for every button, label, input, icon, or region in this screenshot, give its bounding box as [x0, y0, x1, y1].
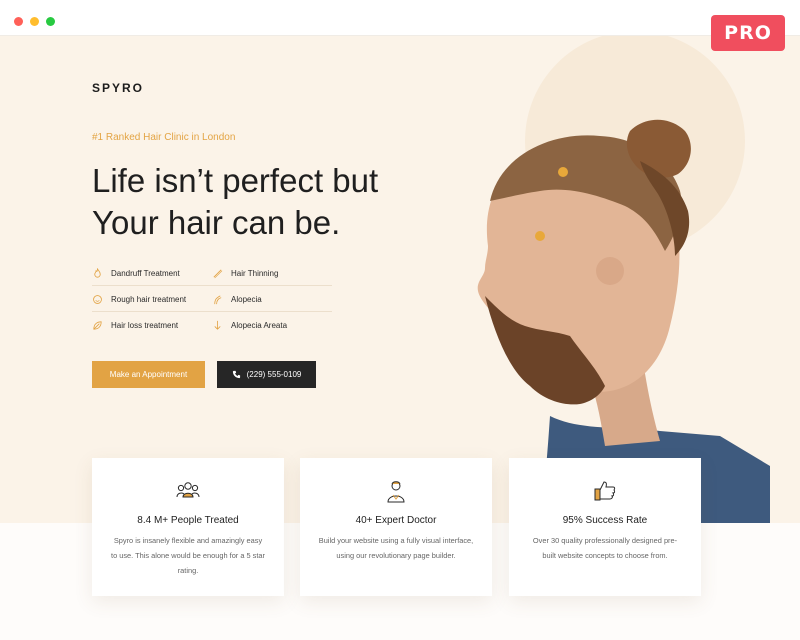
feature-card: 40+ Expert Doctor Build your website usi… — [300, 458, 492, 596]
hero-tagline: #1 Ranked Hair Clinic in London — [92, 132, 236, 143]
headline-line-1: Life isn’t perfect but — [92, 162, 379, 199]
phone-button[interactable]: (229) 555-0109 — [217, 361, 316, 388]
leaf-icon — [93, 320, 102, 330]
comb-icon — [213, 269, 223, 278]
services-list: Dandruff Treatment Hair Thinning Rough h… — [92, 260, 332, 338]
hero-section: SPYRO #1 Ranked Hair Clinic in London Li… — [0, 36, 800, 523]
pro-badge: PRO — [711, 15, 785, 51]
drop-arrow-icon — [214, 320, 221, 330]
window-titlebar — [0, 0, 800, 36]
service-item: Rough hair treatment — [92, 286, 186, 312]
feature-card: 95% Success Rate Over 30 quality profess… — [509, 458, 701, 596]
service-label: Hair loss treatment — [111, 320, 179, 330]
hero-headline: Life isn’t perfect but Your hair can be. — [92, 160, 378, 244]
service-item: Alopecia Areata — [212, 312, 287, 338]
services-row: Dandruff Treatment Hair Thinning — [92, 260, 332, 286]
feature-text: Spyro is insanely flexible and amazingly… — [111, 536, 265, 575]
flame-icon — [94, 267, 101, 278]
site-logo[interactable]: SPYRO — [92, 81, 144, 95]
service-item: Alopecia — [212, 286, 262, 312]
feature-title: 95% Success Rate — [562, 515, 648, 526]
maximize-window-dot[interactable] — [46, 17, 55, 26]
people-icon — [176, 482, 200, 498]
phone-number: (229) 555-0109 — [246, 370, 302, 379]
hair-strand-icon — [214, 294, 222, 304]
feature-text: Over 30 quality professionally designed … — [532, 536, 678, 560]
service-label: Alopecia Areata — [231, 320, 288, 330]
service-item: Hair loss treatment — [92, 312, 178, 338]
service-item: Dandruff Treatment — [92, 260, 180, 286]
service-item: Hair Thinning — [212, 260, 278, 286]
phone-icon — [232, 370, 240, 379]
service-label: Hair Thinning — [231, 268, 279, 278]
close-window-dot[interactable] — [14, 17, 23, 26]
feature-text: Build your website using a fully visual … — [318, 536, 474, 560]
feature-title: 40+ Expert Doctor — [355, 515, 437, 526]
services-row: Rough hair treatment Alopecia — [92, 286, 332, 312]
feature-card: 8.4 M+ People Treated Spyro is insanely … — [92, 458, 284, 596]
feature-title: 8.4 M+ People Treated — [137, 515, 239, 526]
make-appointment-button[interactable]: Make an Appointment — [92, 361, 205, 388]
face-icon — [93, 294, 102, 304]
doctor-icon — [387, 481, 405, 503]
services-row: Hair loss treatment Alopecia Areata — [92, 312, 332, 338]
minimize-window-dot[interactable] — [30, 17, 39, 26]
thumbs-up-icon — [594, 481, 616, 501]
service-label: Dandruff Treatment — [111, 268, 180, 278]
browser-window: PRO SPYRO #1 Ranked Hair Clinic in Londo… — [0, 0, 800, 640]
service-label: Rough hair treatment — [111, 294, 187, 304]
headline-line-2: Your hair can be. — [92, 204, 341, 241]
service-label: Alopecia — [231, 294, 262, 304]
